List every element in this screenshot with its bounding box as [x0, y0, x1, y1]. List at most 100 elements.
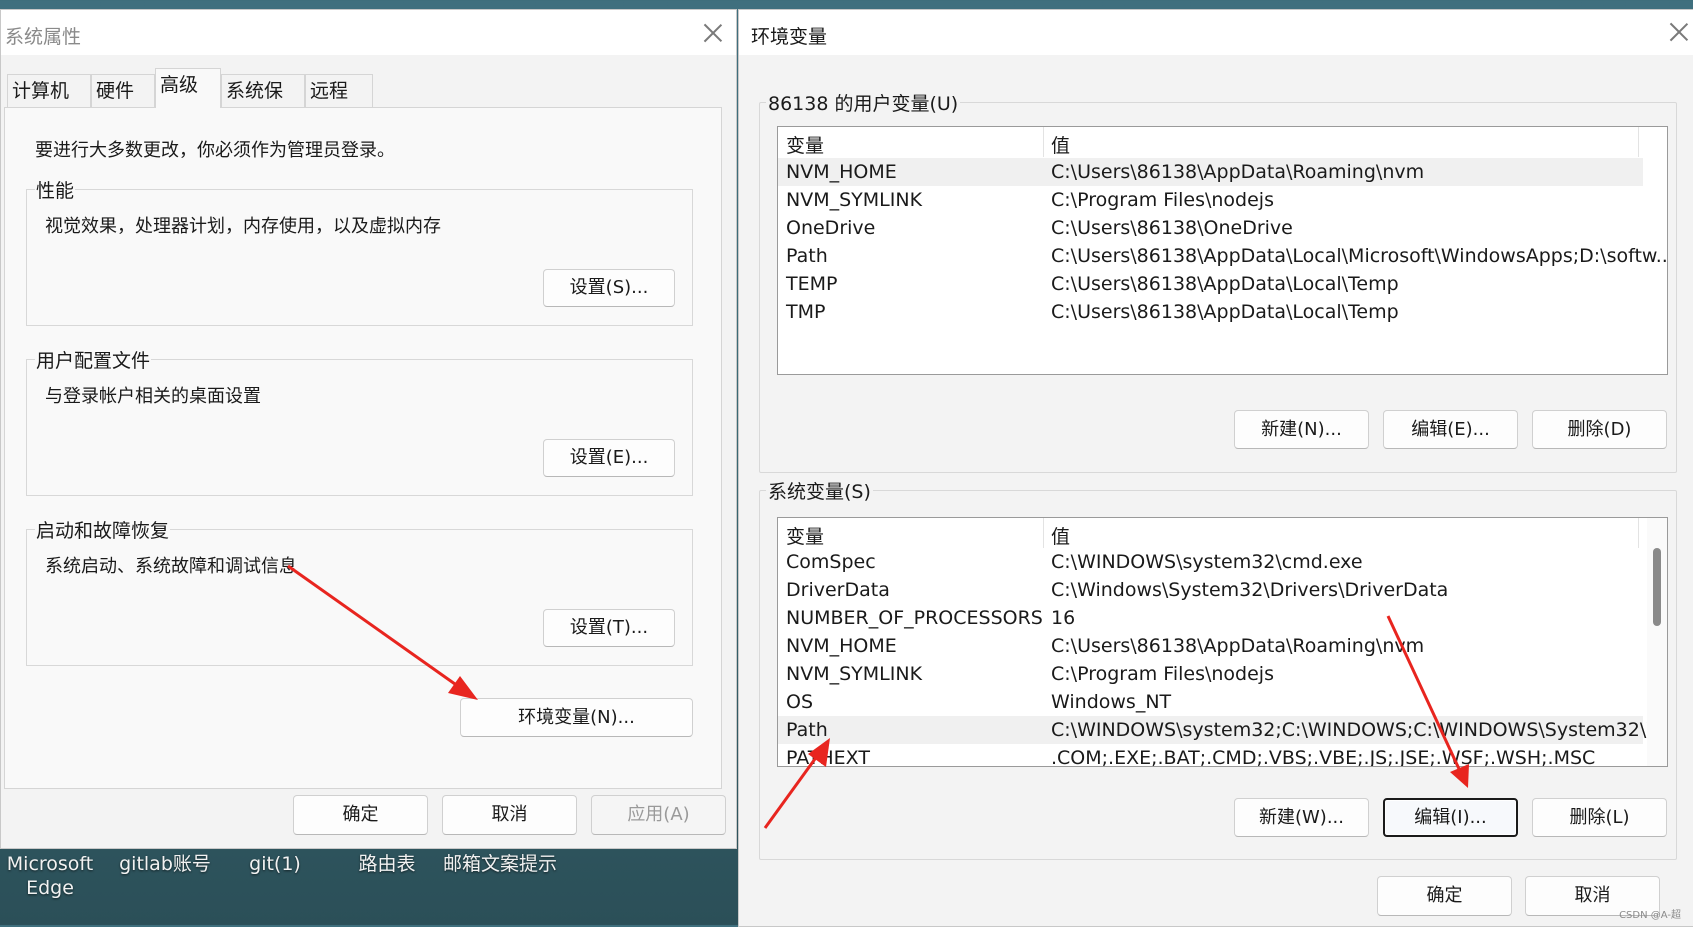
tab-remote[interactable]: 远程 — [305, 74, 373, 107]
user-variables-label: 86138 的用户变量(U) — [766, 89, 961, 116]
table-row[interactable]: NUMBER_OF_PROCESSORS 16 — [778, 604, 1643, 632]
desktop-icon-git[interactable]: git(1) — [240, 852, 310, 876]
apply-button[interactable]: 应用(A) — [591, 795, 726, 835]
startup-recovery-settings-button[interactable]: 设置(T)... — [543, 609, 675, 647]
system-variables-list[interactable]: 变量 值 ComSpec C:\WINDOWS\system32\cmd.exe … — [777, 517, 1668, 767]
variable-name: OneDrive — [786, 217, 876, 239]
desktop-icon-email-tips[interactable]: 邮箱文案提示 — [440, 852, 560, 876]
table-row[interactable]: Path C:\WINDOWS\system32;C:\WINDOWS;C:\WI… — [778, 716, 1667, 744]
variable-name: TEMP — [786, 273, 838, 295]
table-row[interactable]: NVM_SYMLINK C:\Program Files\nodejs — [778, 186, 1643, 214]
user-profiles-settings-button[interactable]: 设置(E)... — [543, 439, 675, 477]
column-separator[interactable] — [1043, 127, 1044, 157]
column-header-variable[interactable]: 变量 — [786, 131, 824, 158]
environment-variables-button[interactable]: 环境变量(N)... — [460, 698, 693, 737]
tab-system-protection[interactable]: 系统保护 — [221, 74, 305, 135]
variable-value: C:\Users\86138\OneDrive — [1051, 217, 1293, 239]
system-properties-dialog: 系统属性 计算机名 硬件 高级 系统保护 远程 要进行大多数更改，你必须作为管理… — [0, 9, 737, 849]
column-header-variable[interactable]: 变量 — [786, 522, 824, 549]
desktop-area: Microsoft Edge gitlab账号 git(1) 路由表 邮箱文案提… — [0, 840, 740, 925]
variable-name: ComSpec — [786, 551, 876, 573]
startup-recovery-legend: 启动和故障恢复 — [35, 516, 171, 543]
variable-value: C:\Users\86138\AppData\Local\Temp — [1051, 301, 1399, 323]
variable-value: C:\Users\86138\AppData\Local\Microsoft\W… — [1051, 245, 1668, 267]
user-profiles-legend: 用户配置文件 — [35, 346, 152, 373]
table-row[interactable]: PATHEXT .COM;.EXE;.BAT;.CMD;.VBS;.VBE;.JS… — [778, 744, 1643, 767]
table-row[interactable]: Path C:\Users\86138\AppData\Local\Microso… — [778, 242, 1667, 270]
environment-variables-titlebar[interactable]: 环境变量 — [739, 10, 1693, 55]
ok-button[interactable]: 确定 — [293, 795, 428, 835]
system-variables-label: 系统变量(S) — [766, 477, 873, 504]
variable-name: Path — [786, 719, 828, 741]
system-variables-group: 系统变量(S) 变量 值 ComSpec C:\WINDOWS\system32\… — [759, 477, 1677, 860]
variable-name: TMP — [786, 301, 826, 323]
column-separator[interactable] — [1043, 518, 1044, 548]
performance-group: 性能 视觉效果，处理器计划，内存使用，以及虚拟内存 设置(S)... — [26, 176, 693, 326]
variable-value: C:\WINDOWS\system32\cmd.exe — [1051, 551, 1363, 573]
table-row[interactable]: OneDrive C:\Users\86138\OneDrive — [778, 214, 1643, 242]
advanced-tab-panel: 要进行大多数更改，你必须作为管理员登录。 性能 视觉效果，处理器计划，内存使用，… — [4, 107, 722, 789]
table-row[interactable]: NVM_HOME C:\Users\86138\AppData\Roaming\n… — [778, 158, 1643, 186]
column-separator[interactable] — [1638, 518, 1639, 548]
performance-settings-button[interactable]: 设置(S)... — [543, 269, 675, 307]
variable-value: C:\Users\86138\AppData\Roaming\nvm — [1051, 161, 1425, 183]
user-variables-group: 86138 的用户变量(U) 变量 值 NVM_HOME C:\Users\861… — [759, 89, 1677, 473]
close-icon[interactable] — [1669, 22, 1689, 42]
variable-name: DriverData — [786, 579, 890, 601]
user-variables-list[interactable]: 变量 值 NVM_HOME C:\Users\86138\AppData\Roam… — [777, 126, 1668, 375]
user-variables-header: 变量 值 — [778, 127, 1667, 157]
tab-computer-name[interactable]: 计算机名 — [7, 74, 91, 135]
variable-name: OS — [786, 691, 814, 713]
variable-value: C:\Program Files\nodejs — [1051, 189, 1274, 211]
watermark: CSDN @A-超 — [1619, 910, 1681, 921]
desktop-icon-route-table[interactable]: 路由表 — [352, 852, 422, 876]
environment-variables-dialog: 环境变量 86138 的用户变量(U) 变量 值 NVM_HOME C:\User… — [738, 9, 1693, 927]
user-edit-button[interactable]: 编辑(E)... — [1383, 410, 1518, 449]
table-row[interactable]: TMP C:\Users\86138\AppData\Local\Temp — [778, 298, 1643, 326]
variable-name: NVM_HOME — [786, 161, 897, 183]
variable-name: PATHEXT — [786, 747, 870, 767]
variable-name: NVM_HOME — [786, 635, 897, 657]
variable-name: NUMBER_OF_PROCESSORS — [786, 607, 1043, 629]
table-row[interactable]: ComSpec C:\WINDOWS\system32\cmd.exe — [778, 548, 1643, 576]
variable-value: .COM;.EXE;.BAT;.CMD;.VBS;.VBE;.JS;.JSE;.… — [1051, 747, 1596, 767]
column-header-value[interactable]: 值 — [1051, 522, 1070, 549]
system-properties-title: 系统属性 — [5, 26, 82, 48]
variable-value: C:\Users\86138\AppData\Local\Temp — [1051, 273, 1399, 295]
table-row[interactable]: OS Windows_NT — [778, 688, 1643, 716]
variable-name: NVM_SYMLINK — [786, 663, 923, 685]
system-delete-button[interactable]: 删除(L) — [1532, 798, 1667, 837]
vertical-scrollbar[interactable] — [1647, 518, 1667, 766]
scrollbar-thumb[interactable] — [1653, 548, 1661, 626]
system-properties-titlebar[interactable]: 系统属性 — [1, 10, 736, 55]
startup-recovery-desc: 系统启动、系统故障和调试信息 — [45, 556, 297, 577]
variable-value: C:\Windows\System32\Drivers\DriverData — [1051, 579, 1449, 601]
table-row[interactable]: NVM_SYMLINK C:\Program Files\nodejs — [778, 660, 1643, 688]
variable-name: NVM_SYMLINK — [786, 189, 923, 211]
system-new-button[interactable]: 新建(W)... — [1234, 798, 1369, 837]
variable-value: 16 — [1051, 607, 1076, 629]
column-separator[interactable] — [1638, 127, 1639, 157]
table-row[interactable]: TEMP C:\Users\86138\AppData\Local\Temp — [778, 270, 1643, 298]
desktop-icon-gitlab[interactable]: gitlab账号 — [110, 852, 220, 876]
cancel-button[interactable]: 取消 — [442, 795, 577, 835]
variable-value: C:\Users\86138\AppData\Roaming\nvm — [1051, 635, 1425, 657]
user-new-button[interactable]: 新建(N)... — [1234, 410, 1369, 449]
table-row[interactable]: DriverData C:\Windows\System32\Drivers\Dr… — [778, 576, 1643, 604]
admin-note: 要进行大多数更改，你必须作为管理员登录。 — [35, 140, 395, 161]
variable-value: C:\WINDOWS\system32;C:\WINDOWS;C:\WINDOW… — [1051, 719, 1668, 741]
env-ok-button[interactable]: 确定 — [1377, 876, 1512, 916]
variable-value: C:\Program Files\nodejs — [1051, 663, 1274, 685]
startup-recovery-group: 启动和故障恢复 系统启动、系统故障和调试信息 设置(T)... — [26, 516, 693, 666]
tab-advanced[interactable]: 高级 — [155, 68, 221, 108]
variable-value: Windows_NT — [1051, 691, 1172, 713]
performance-legend: 性能 — [35, 176, 76, 203]
system-variables-header: 变量 值 — [778, 518, 1667, 548]
close-icon[interactable] — [703, 23, 723, 43]
table-row[interactable]: NVM_HOME C:\Users\86138\AppData\Roaming\n… — [778, 632, 1643, 660]
system-edit-button[interactable]: 编辑(I)... — [1383, 798, 1518, 837]
tab-hardware[interactable]: 硬件 — [91, 74, 155, 107]
column-header-value[interactable]: 值 — [1051, 131, 1070, 158]
desktop-icon-edge[interactable]: Microsoft Edge — [6, 852, 94, 900]
user-delete-button[interactable]: 删除(D) — [1532, 410, 1667, 449]
